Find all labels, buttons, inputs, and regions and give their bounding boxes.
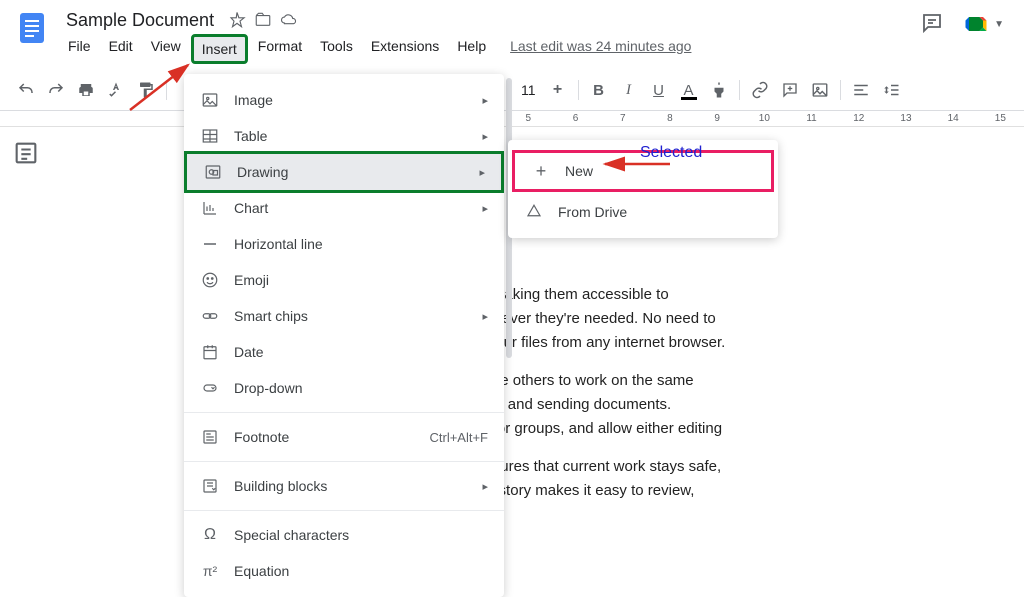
menu-dropdown[interactable]: Drop-down xyxy=(184,370,504,406)
underline-button[interactable]: U xyxy=(645,76,673,104)
menu-format[interactable]: Format xyxy=(250,34,310,64)
submenu-from-drive[interactable]: From Drive xyxy=(508,194,778,230)
outline-toggle-icon[interactable] xyxy=(12,139,40,167)
align-button[interactable] xyxy=(847,76,875,104)
chevron-right-icon: ▸ xyxy=(482,310,488,323)
spellcheck-button[interactable] xyxy=(102,76,130,104)
move-icon[interactable] xyxy=(254,11,272,29)
menu-tools[interactable]: Tools xyxy=(312,34,361,64)
menu-help[interactable]: Help xyxy=(449,34,494,64)
insert-image-button[interactable] xyxy=(806,76,834,104)
menu-chart[interactable]: Chart ▸ xyxy=(184,190,504,226)
text-color-button[interactable]: A xyxy=(675,76,703,104)
insert-dropdown-menu: Image ▸ Table ▸ Drawing ▸ Chart ▸ Horizo… xyxy=(184,74,504,597)
date-icon xyxy=(200,342,220,362)
menu-building-blocks[interactable]: Building blocks ▸ xyxy=(184,468,504,504)
chevron-right-icon: ▸ xyxy=(479,166,485,179)
menu-extensions[interactable]: Extensions xyxy=(363,34,447,64)
menu-edit[interactable]: Edit xyxy=(101,34,141,64)
chevron-right-icon: ▸ xyxy=(482,94,488,107)
footnote-icon xyxy=(200,427,220,447)
add-comment-button[interactable] xyxy=(776,76,804,104)
document-title[interactable]: Sample Document xyxy=(60,8,220,33)
menu-table[interactable]: Table ▸ xyxy=(184,118,504,154)
menu-drawing[interactable]: Drawing ▸ xyxy=(187,154,501,190)
dropdown-icon xyxy=(200,378,220,398)
menu-equation[interactable]: π² Equation xyxy=(184,553,504,589)
chevron-right-icon: ▸ xyxy=(482,480,488,493)
drawing-icon xyxy=(203,162,223,182)
last-edit-link[interactable]: Last edit was 24 minutes ago xyxy=(502,34,699,64)
font-size-increase[interactable]: + xyxy=(544,76,572,104)
chevron-right-icon: ▸ xyxy=(482,130,488,143)
undo-button[interactable] xyxy=(12,76,40,104)
cloud-icon[interactable] xyxy=(280,11,298,29)
building-blocks-icon xyxy=(200,476,220,496)
print-button[interactable] xyxy=(72,76,100,104)
image-icon xyxy=(200,90,220,110)
italic-button[interactable]: I xyxy=(615,76,643,104)
drive-icon xyxy=(524,202,544,222)
star-icon[interactable] xyxy=(228,11,246,29)
line-spacing-button[interactable] xyxy=(877,76,905,104)
menu-date[interactable]: Date xyxy=(184,334,504,370)
menu-special-characters[interactable]: Ω Special characters xyxy=(184,517,504,553)
redo-button[interactable] xyxy=(42,76,70,104)
smart-chips-icon xyxy=(200,306,220,326)
insert-link-button[interactable] xyxy=(746,76,774,104)
comments-icon[interactable] xyxy=(920,11,944,38)
chart-icon xyxy=(200,198,220,218)
emoji-icon xyxy=(200,270,220,290)
menu-smart-chips[interactable]: Smart chips ▸ xyxy=(184,298,504,334)
equation-icon: π² xyxy=(200,561,220,581)
meet-dropdown-icon[interactable]: ▼ xyxy=(994,19,1004,30)
annotation-selected-label: Selected xyxy=(640,144,702,162)
paint-format-button[interactable] xyxy=(132,76,160,104)
meet-icon[interactable] xyxy=(960,8,992,40)
plus-icon: + xyxy=(531,161,551,181)
menu-file[interactable]: File xyxy=(60,34,99,64)
bold-button[interactable]: B xyxy=(585,76,613,104)
highlight-button[interactable] xyxy=(705,76,733,104)
menu-image[interactable]: Image ▸ xyxy=(184,82,504,118)
table-icon xyxy=(200,126,220,146)
menu-insert[interactable]: Insert xyxy=(191,34,248,64)
menu-horizontal-line[interactable]: Horizontal line xyxy=(184,226,504,262)
menu-footnote[interactable]: Footnote Ctrl+Alt+F xyxy=(184,419,504,455)
docs-logo[interactable] xyxy=(12,8,52,48)
font-size-value[interactable]: 11 xyxy=(515,82,542,98)
menu-view[interactable]: View xyxy=(143,34,189,64)
horizontal-line-icon xyxy=(200,234,220,254)
omega-icon: Ω xyxy=(200,525,220,545)
chevron-right-icon: ▸ xyxy=(482,202,488,215)
menu-emoji[interactable]: Emoji xyxy=(184,262,504,298)
